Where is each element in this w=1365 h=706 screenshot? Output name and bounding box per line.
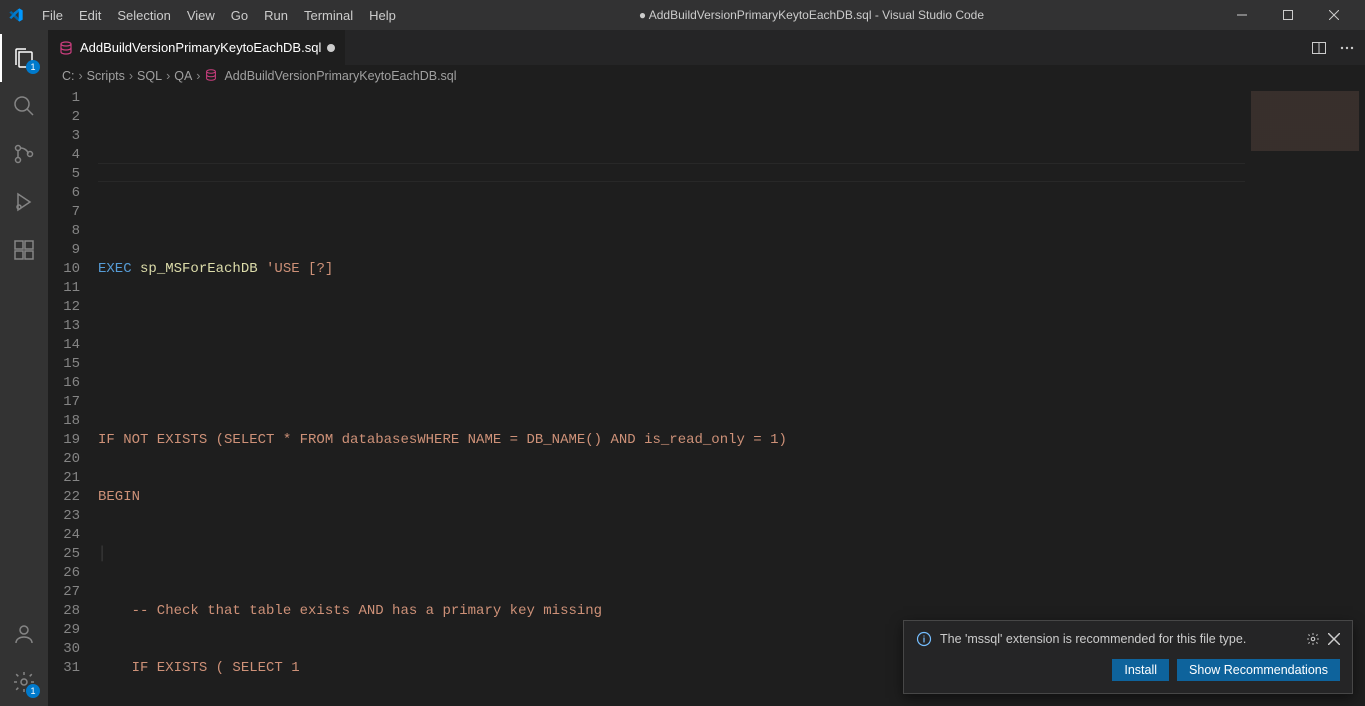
run-debug-icon[interactable]	[0, 178, 48, 226]
titlebar: File Edit Selection View Go Run Terminal…	[0, 0, 1365, 30]
dirty-indicator-icon	[327, 44, 335, 52]
more-actions-icon[interactable]	[1339, 40, 1355, 56]
search-icon[interactable]	[0, 82, 48, 130]
editor-area: AddBuildVersionPrimaryKeytoEachDB.sql C:…	[48, 30, 1365, 706]
cursor-line-highlight	[98, 163, 1245, 182]
minimize-button[interactable]	[1219, 0, 1265, 30]
line-number-gutter: 1234567891011121314151617181920212223242…	[48, 87, 98, 706]
crumb-scripts[interactable]: Scripts	[87, 69, 125, 83]
notification-toast: The 'mssql' extension is recommended for…	[903, 620, 1353, 694]
chevron-right-icon: ›	[196, 69, 200, 83]
gear-icon[interactable]	[1306, 632, 1320, 646]
activity-bar: 1 1	[0, 30, 48, 706]
menu-view[interactable]: View	[179, 0, 223, 30]
crumb-file[interactable]: AddBuildVersionPrimaryKeytoEachDB.sql	[224, 69, 456, 83]
install-button[interactable]: Install	[1112, 659, 1169, 681]
menu-selection[interactable]: Selection	[109, 0, 178, 30]
notification-message: The 'mssql' extension is recommended for…	[940, 632, 1298, 646]
code-content[interactable]: EXEC sp_MSForEachDB 'USE [?] IF NOT EXIS…	[98, 87, 1245, 706]
menu-terminal[interactable]: Terminal	[296, 0, 361, 30]
editor-body[interactable]: 1234567891011121314151617181920212223242…	[48, 87, 1365, 706]
chevron-right-icon: ›	[129, 69, 133, 83]
menu-help[interactable]: Help	[361, 0, 404, 30]
tab-file[interactable]: AddBuildVersionPrimaryKeytoEachDB.sql	[48, 30, 346, 65]
window-controls	[1219, 0, 1357, 30]
crumb-sql[interactable]: SQL	[137, 69, 162, 83]
breadcrumb[interactable]: C: › Scripts › SQL › QA › AddBuildVersio…	[48, 65, 1365, 87]
menu-edit[interactable]: Edit	[71, 0, 109, 30]
source-control-icon[interactable]	[0, 130, 48, 178]
explorer-badge: 1	[26, 60, 40, 74]
chevron-right-icon: ›	[166, 69, 170, 83]
maximize-button[interactable]	[1265, 0, 1311, 30]
accounts-icon[interactable]	[0, 610, 48, 658]
vscode-logo-icon	[8, 7, 24, 23]
window-title: ● AddBuildVersionPrimaryKeytoEachDB.sql …	[404, 8, 1219, 22]
minimap[interactable]	[1245, 87, 1365, 706]
close-icon[interactable]	[1328, 633, 1340, 645]
chevron-right-icon: ›	[79, 69, 83, 83]
tab-label: AddBuildVersionPrimaryKeytoEachDB.sql	[80, 40, 321, 55]
settings-icon[interactable]: 1	[0, 658, 48, 706]
info-icon	[916, 631, 932, 647]
sql-file-icon	[58, 40, 74, 56]
menu-file[interactable]: File	[34, 0, 71, 30]
minimap-content	[1251, 91, 1359, 151]
settings-badge: 1	[26, 684, 40, 698]
crumb-c[interactable]: C:	[62, 69, 75, 83]
menu-run[interactable]: Run	[256, 0, 296, 30]
tab-bar: AddBuildVersionPrimaryKeytoEachDB.sql	[48, 30, 1365, 65]
close-button[interactable]	[1311, 0, 1357, 30]
extensions-icon[interactable]	[0, 226, 48, 274]
menu-bar: File Edit Selection View Go Run Terminal…	[34, 0, 404, 30]
menu-go[interactable]: Go	[223, 0, 256, 30]
show-recommendations-button[interactable]: Show Recommendations	[1177, 659, 1340, 681]
explorer-icon[interactable]: 1	[0, 34, 48, 82]
crumb-qa[interactable]: QA	[174, 69, 192, 83]
split-editor-icon[interactable]	[1311, 40, 1327, 56]
sql-file-icon	[204, 68, 220, 84]
